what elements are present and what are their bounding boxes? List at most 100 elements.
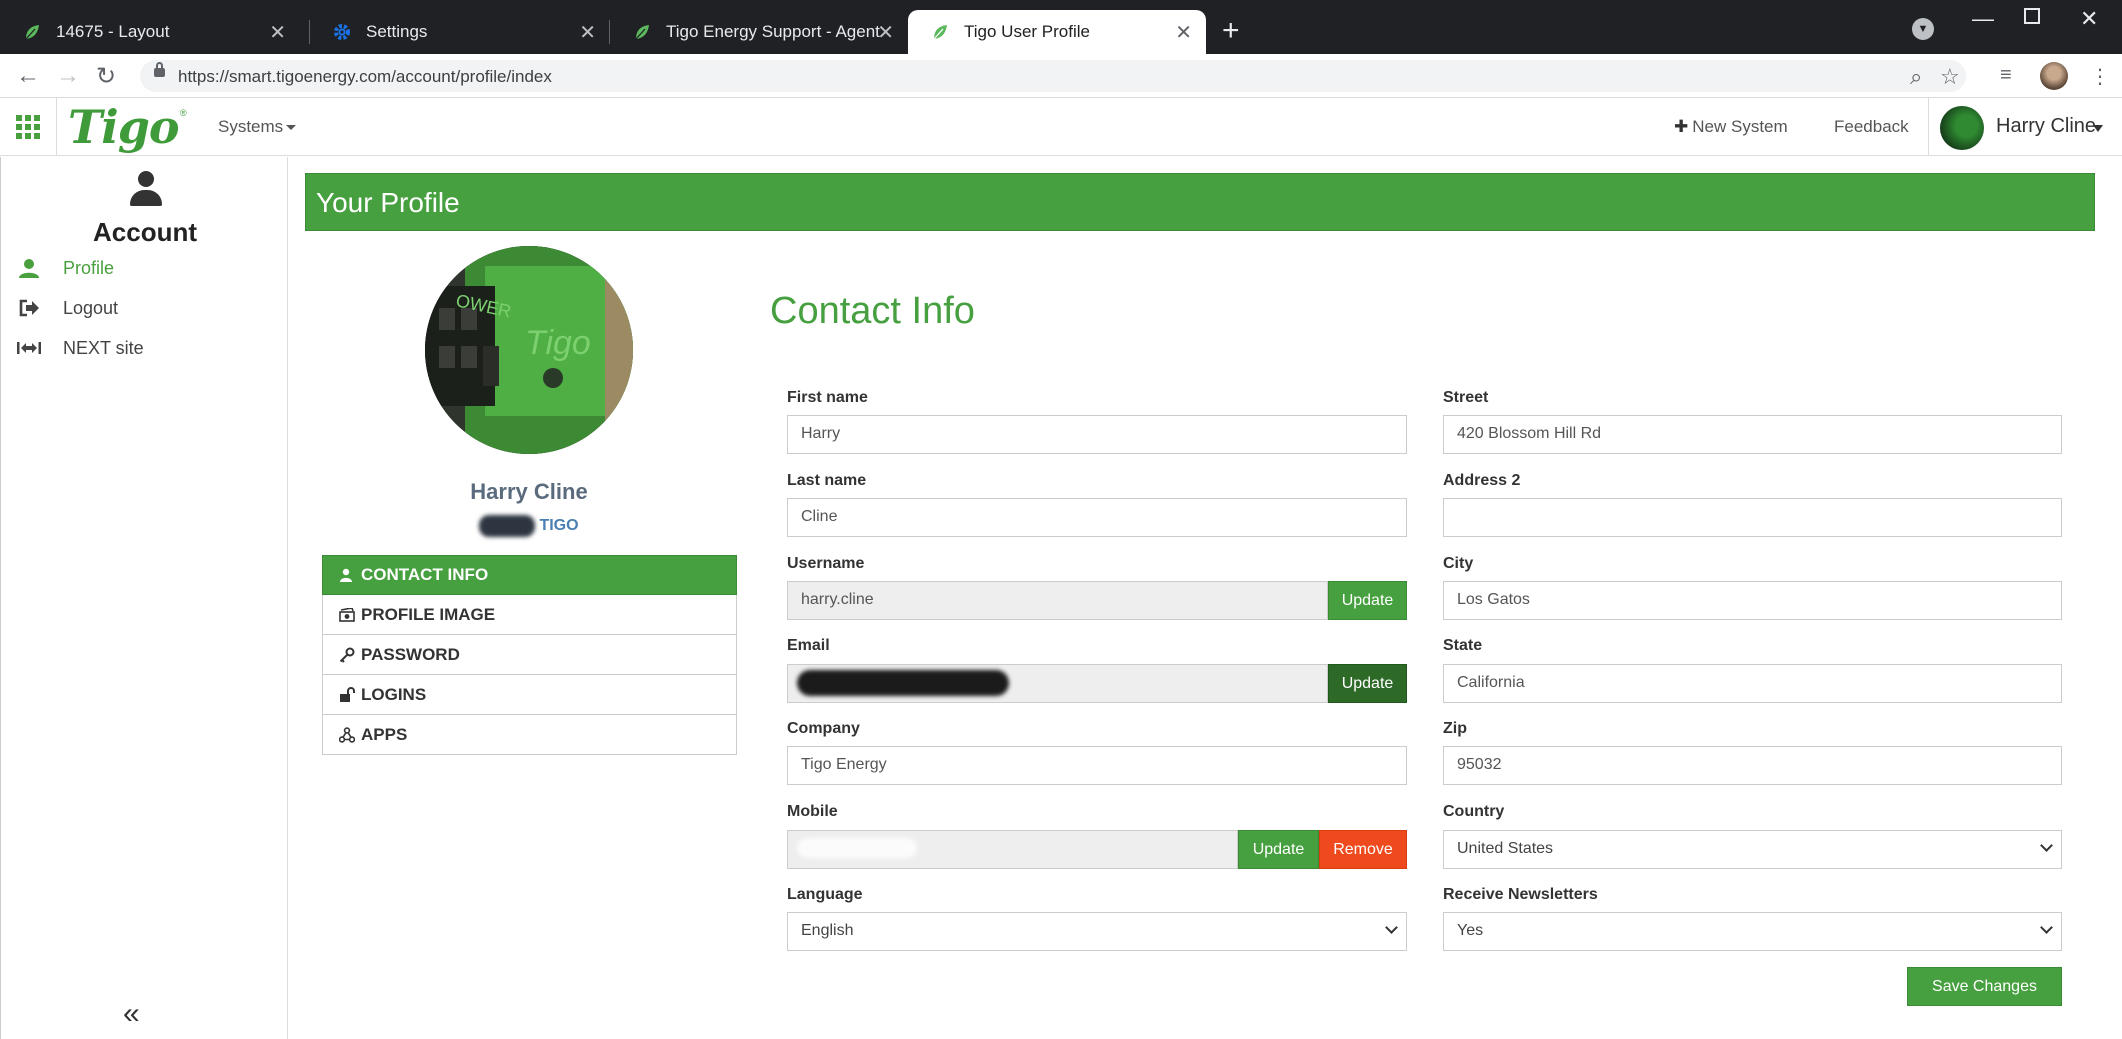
mobile-remove-button[interactable]: Remove [1319,830,1407,869]
profile-nav-label: LOGINS [361,684,427,704]
browser-tab-active[interactable]: Tigo User Profile ✕ [908,10,1206,54]
sidebar-title: Account [93,217,197,247]
profile-nav-label: APPS [361,724,408,744]
profile-company-name: TIGO [539,517,579,535]
new-system-label: New System [1692,117,1788,136]
close-icon[interactable]: ✕ [269,20,286,45]
unlock-icon [339,686,357,703]
person-icon [130,171,162,207]
tigo-logo[interactable]: Tigo [68,100,180,154]
caret-down-icon[interactable] [2093,125,2103,132]
back-icon[interactable]: ← [16,62,40,90]
sidebar-item-next-site[interactable]: NEXT site [17,334,144,362]
omnibox[interactable]: https://smart.tigoenergy.com/account/pro… [140,60,1966,92]
language-select[interactable]: English [787,912,1407,951]
profile-nav-label: PASSWORD [361,644,460,664]
sidebar-item-label: Logout [63,297,119,318]
company-field[interactable]: Tigo Energy [787,746,1407,785]
app-header: Tigo ® Systems ✚ New System Feedback Harr… [0,98,2122,156]
browser-tab[interactable]: Settings ✕ [310,10,610,54]
zip-field[interactable]: 95032 [1443,746,2062,785]
profile-nav-password[interactable]: PASSWORD [322,635,737,675]
profile-nav-apps[interactable]: APPS [322,715,737,755]
last-name-label: Last name [787,472,867,489]
sidebar-item-profile[interactable]: Profile [17,254,114,282]
profile-nav-contact-info[interactable]: CONTACT INFO [322,555,737,595]
country-select[interactable]: United States [1443,830,2062,869]
last-name-field[interactable]: Cline [787,498,1407,537]
state-field[interactable]: California [1443,664,2062,703]
language-label: Language [787,886,863,903]
account-sidebar: Account Profile Logout NEXT site « [0,157,288,1039]
username-field[interactable]: harry.cline [787,581,1328,620]
key-icon [339,647,357,663]
profile-nav-label: CONTACT INFO [361,565,489,584]
mobile-update-button[interactable]: Update [1238,830,1319,869]
email-label: Email [787,637,830,654]
sign-out-icon [17,298,41,318]
apps-network-icon [339,726,357,743]
profile-nav-label: PROFILE IMAGE [361,604,496,624]
zip-label: Zip [1443,720,1467,737]
window-close-icon[interactable]: ✕ [2080,6,2098,32]
browser-tab[interactable]: Tigo Energy Support - Agent ✕ [610,10,908,54]
close-icon[interactable]: ✕ [1175,20,1192,45]
save-changes-button[interactable]: Save Changes [1907,967,2062,1006]
newsletters-value: Yes [1457,922,1484,939]
minimize-icon[interactable]: — [1972,6,1994,32]
tab-title: Settings [366,22,428,41]
leaf-icon [930,22,950,42]
redacted-email [797,670,1009,696]
company-label: Company [787,720,860,737]
chevron-down-icon [2040,839,2053,852]
systems-menu[interactable]: Systems [218,117,297,137]
profile-nav-profile-image[interactable]: PROFILE IMAGE [322,595,737,635]
lock-icon [154,62,165,77]
chrome-profile-avatar[interactable] [2040,62,2068,90]
tab-search-icon[interactable]: ▼ [1912,18,1934,40]
systems-label: Systems [218,117,284,136]
profile-nav: CONTACT INFO PROFILE IMAGE PASSWORD LOGI… [322,555,737,755]
close-icon[interactable]: ✕ [877,20,894,45]
street-field[interactable]: 420 Blossom Hill Rd [1443,415,2062,454]
address2-field[interactable] [1443,498,2062,537]
page-title: Your Profile [316,187,460,218]
menu-dots-icon[interactable]: ⋮ [2090,64,2110,89]
apps-grid-icon[interactable] [16,115,40,139]
browser-tab[interactable]: 14675 - Layout ✕ [0,10,300,54]
gear-icon [332,22,352,42]
resize-horizontal-icon [17,341,41,355]
svg-text:Tigo: Tigo [525,324,591,362]
mobile-label: Mobile [787,803,838,820]
profile-nav-logins[interactable]: LOGINS [322,675,737,715]
city-field[interactable]: Los Gatos [1443,581,2062,620]
language-value: English [801,922,854,939]
playlist-icon[interactable]: ≡ [2000,64,2012,87]
new-system-button[interactable]: ✚ New System [1674,117,1788,137]
user-avatar[interactable] [1940,106,1984,150]
redacted-text [479,515,536,537]
camera-icon [339,607,357,622]
header-divider [1928,98,1929,156]
maximize-icon[interactable] [2024,8,2040,24]
zoom-icon[interactable]: ⌕ [1910,64,1922,90]
address-bar: ← → ↻ https://smart.tigoenergy.com/accou… [0,54,2122,98]
reload-icon[interactable]: ↻ [96,62,116,91]
email-update-button[interactable]: Update [1328,664,1407,703]
state-label: State [1443,637,1483,654]
forward-icon[interactable]: → [56,62,80,90]
collapse-sidebar-icon[interactable]: « [123,997,140,1031]
new-tab-icon[interactable]: + [1222,14,1240,48]
tab-title: 14675 - Layout [56,22,170,41]
sidebar-item-label: Profile [63,257,115,278]
username-update-button[interactable]: Update [1328,581,1407,620]
sidebar-item-logout[interactable]: Logout [17,294,118,322]
feedback-link[interactable]: Feedback [1834,117,1909,137]
username-label: Username [787,555,865,572]
first-name-field[interactable]: Harry [787,415,1407,454]
newsletters-select[interactable]: Yes [1443,912,2062,951]
close-icon[interactable]: ✕ [579,20,596,45]
user-icon [339,568,357,582]
star-icon[interactable]: ☆ [1940,64,1960,90]
user-menu-name[interactable]: Harry Cline [1996,115,2096,138]
